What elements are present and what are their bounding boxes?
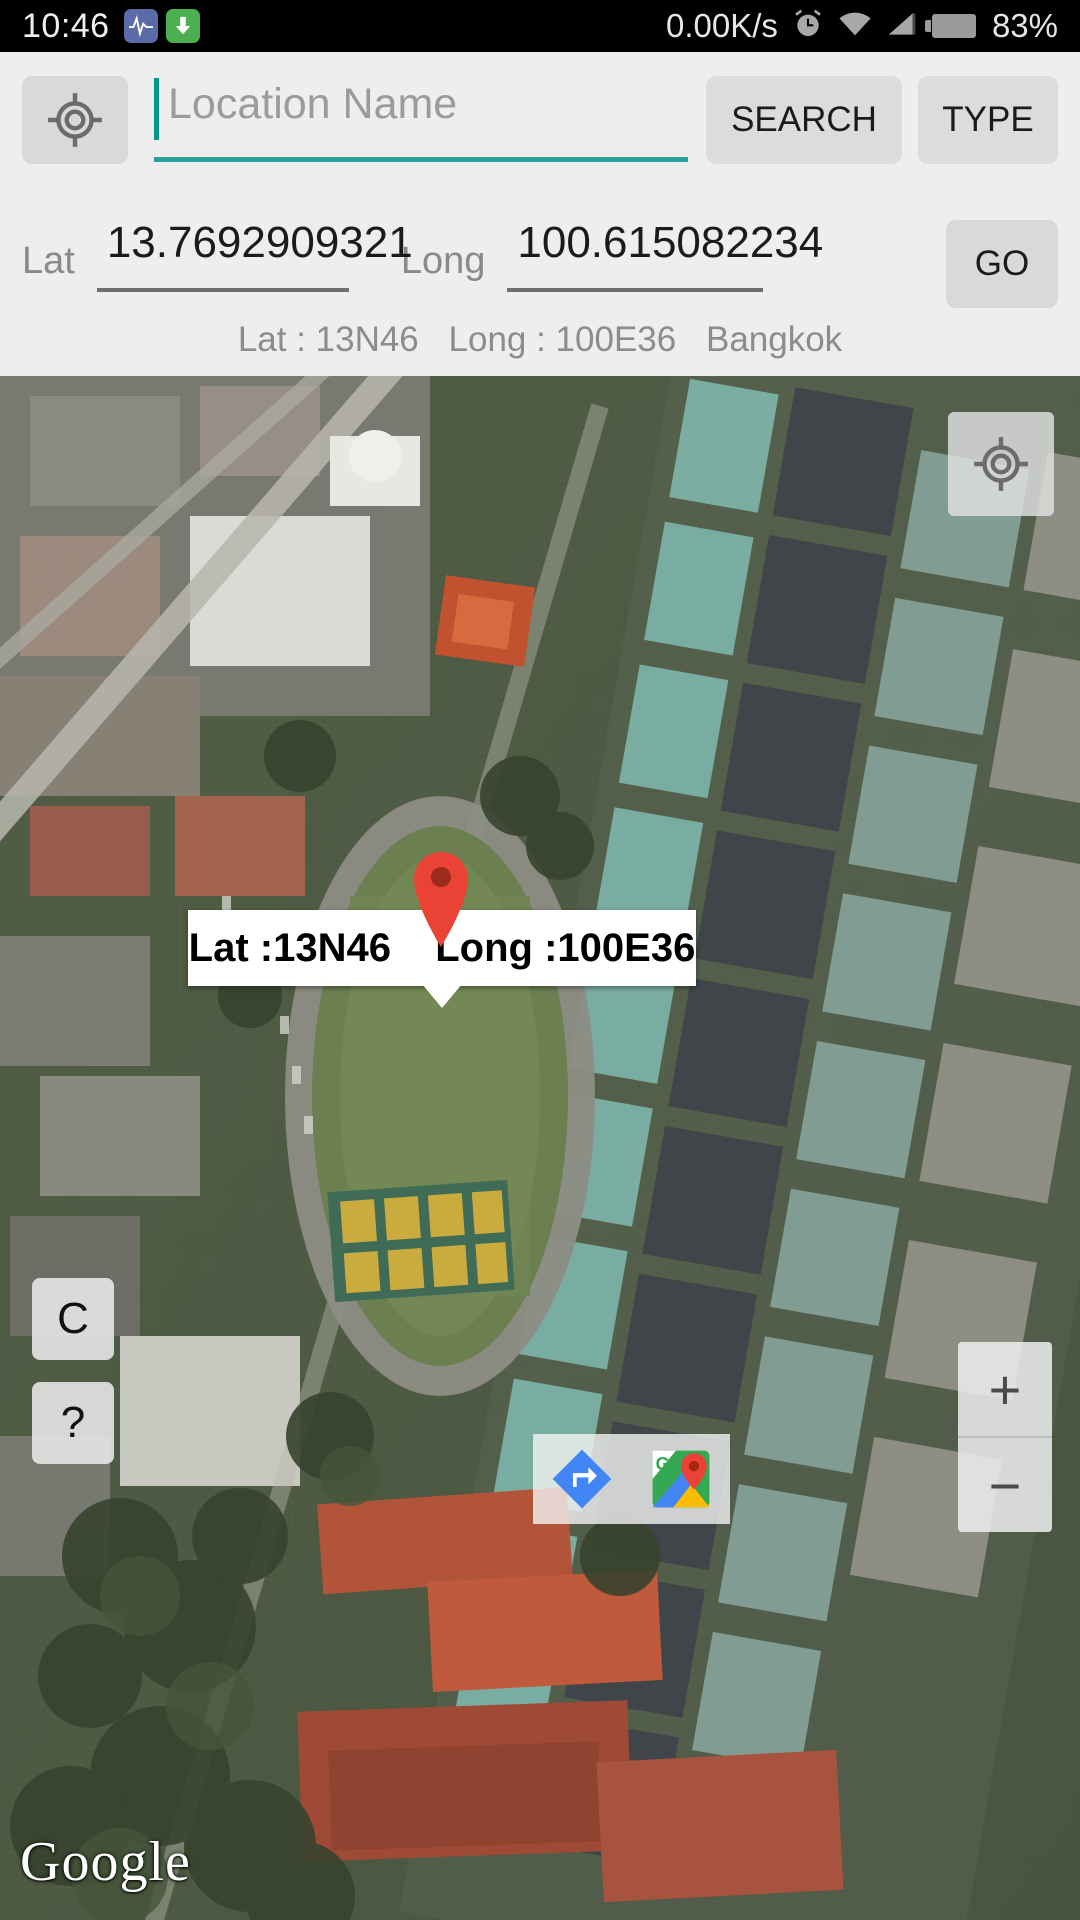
google-attribution: Google <box>20 1831 191 1893</box>
search-input[interactable]: Location Name <box>168 80 457 129</box>
map-action-bar[interactable]: G <box>533 1434 730 1524</box>
help-button[interactable]: ? <box>32 1382 114 1464</box>
long-input-value[interactable]: 100.615082234 <box>507 212 823 274</box>
battery-percent-label: 83% <box>991 7 1058 44</box>
info-place: Bangkok <box>705 320 843 359</box>
map-view[interactable]: Lat :13N46 Long :100E36 C ? + − G Google <box>0 376 1080 1920</box>
pulse-monitor-icon <box>123 9 158 43</box>
current-location-info: Lat : 13N46 Long : 100E36 Bangkok <box>0 320 1080 360</box>
search-button[interactable]: SEARCH <box>706 76 902 164</box>
map-app-screen: 10:46 0.00K/s 83% Location Name SEARCH T… <box>0 0 1080 1920</box>
long-label: Long <box>400 240 486 282</box>
info-window-long: Long :100E36 <box>435 925 696 970</box>
status-bar-notification-icons <box>123 9 200 43</box>
search-input-wrapper[interactable]: Location Name <box>154 72 688 168</box>
status-bar: 10:46 0.00K/s 83% <box>0 0 1080 52</box>
zoom-controls[interactable]: + − <box>958 1342 1052 1532</box>
network-speed-label: 0.00K/s <box>666 7 778 44</box>
coordinates-row: Lat 13.7692909321 Long 100.615082234 GO <box>0 212 1080 308</box>
gps-crosshair-icon <box>974 437 1028 491</box>
gps-locate-button[interactable] <box>22 76 128 164</box>
zoom-out-button[interactable]: − <box>958 1438 1052 1532</box>
lat-label: Lat <box>22 240 75 282</box>
go-button[interactable]: GO <box>946 220 1058 308</box>
directions-button[interactable] <box>533 1434 632 1524</box>
lat-input[interactable]: 13.7692909321 <box>96 212 413 292</box>
search-input-underline <box>154 157 688 162</box>
open-google-maps-button[interactable]: G <box>632 1434 731 1524</box>
battery-icon <box>924 14 976 38</box>
search-panel: Location Name SEARCH TYPE Lat 13.7692909… <box>0 52 1080 376</box>
text-cursor <box>154 78 159 140</box>
search-row: Location Name SEARCH TYPE <box>0 72 1080 168</box>
gps-crosshair-icon <box>48 93 102 147</box>
info-long: Long : 100E36 <box>448 320 677 359</box>
directions-arrow-icon <box>552 1449 612 1509</box>
satellite-map-imagery <box>0 376 1080 1920</box>
alarm-clock-icon <box>792 8 824 45</box>
map-marker-pin[interactable] <box>410 846 472 948</box>
wifi-icon <box>838 11 872 42</box>
svg-text:G: G <box>655 1454 669 1474</box>
google-maps-icon: G <box>652 1450 710 1508</box>
status-bar-system-icons: 0.00K/s 83% <box>666 7 1058 45</box>
download-icon <box>165 9 200 43</box>
zoom-in-button[interactable]: + <box>958 1342 1052 1436</box>
lat-input-underline <box>96 288 349 292</box>
map-my-location-button[interactable] <box>948 412 1054 516</box>
signal-bars-icon <box>886 11 918 42</box>
lat-input-value[interactable]: 13.7692909321 <box>97 212 413 274</box>
long-input-underline <box>507 288 764 292</box>
clear-button[interactable]: C <box>32 1278 114 1360</box>
long-input[interactable]: 100.615082234 <box>507 212 823 292</box>
type-button[interactable]: TYPE <box>918 76 1058 164</box>
status-bar-clock: 10:46 <box>22 6 110 45</box>
info-lat: Lat : 13N46 <box>237 320 419 359</box>
info-window-lat: Lat :13N46 <box>188 925 391 970</box>
